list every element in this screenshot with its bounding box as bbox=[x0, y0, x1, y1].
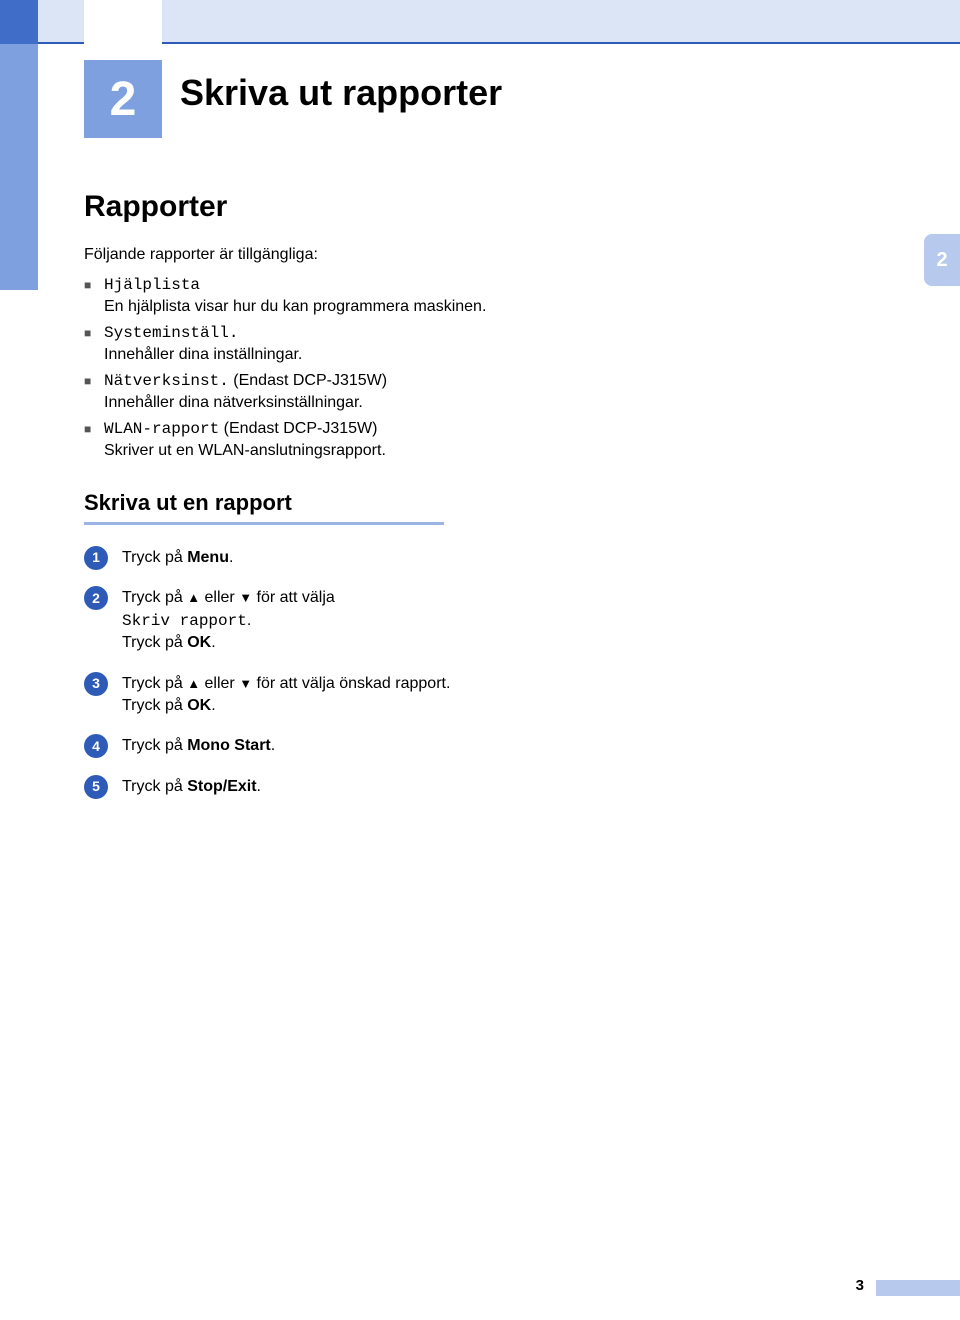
footer-accent-bar bbox=[876, 1280, 960, 1296]
key-label: Stop/Exit bbox=[187, 778, 256, 795]
step-badge: 5 bbox=[84, 775, 108, 799]
report-term-suffix: (Endast DCP-J315W) bbox=[229, 372, 387, 389]
subsection-heading: Skriva ut en rapport bbox=[84, 490, 444, 525]
content-column: Rapporter Följande rapporter är tillgäng… bbox=[84, 190, 494, 816]
step-list: 1 Tryck på Menu. 2 Tryck på ▲ eller ▼ fö… bbox=[84, 547, 494, 798]
left-rail-dark bbox=[0, 0, 38, 44]
step-badge: 3 bbox=[84, 672, 108, 696]
header-notch bbox=[84, 0, 162, 44]
step-item: 5 Tryck på Stop/Exit. bbox=[84, 776, 494, 798]
chapter-number-box: 2 bbox=[84, 60, 162, 138]
step-text: Tryck på bbox=[122, 778, 187, 795]
list-item: Systeminställ. Innehåller dina inställni… bbox=[84, 324, 494, 364]
step-text: Tryck på bbox=[122, 675, 187, 692]
report-desc: Innehåller dina nätverksinställningar. bbox=[104, 394, 494, 412]
list-item: Hjälplista En hjälplista visar hur du ka… bbox=[84, 276, 494, 316]
key-label: OK bbox=[187, 634, 211, 651]
key-label: OK bbox=[187, 697, 211, 714]
menu-option: Skriv rapport bbox=[122, 612, 247, 630]
section-intro: Följande rapporter är tillgängliga: bbox=[84, 246, 494, 264]
report-term: Hjälplista bbox=[104, 276, 200, 294]
key-label: Menu bbox=[187, 549, 229, 566]
step-badge: 4 bbox=[84, 734, 108, 758]
step-item: 3 Tryck på ▲ eller ▼ för att välja önska… bbox=[84, 673, 494, 718]
list-item: Nätverksinst. (Endast DCP-J315W) Innehål… bbox=[84, 372, 494, 412]
step-badge: 1 bbox=[84, 546, 108, 570]
report-desc: En hjälplista visar hur du kan programme… bbox=[104, 298, 494, 316]
report-term-suffix: (Endast DCP-J315W) bbox=[219, 420, 377, 437]
down-arrow-icon: ▼ bbox=[239, 590, 252, 605]
page-number: 3 bbox=[856, 1277, 864, 1294]
report-desc: Skriver ut en WLAN-anslutningsrapport. bbox=[104, 442, 494, 460]
report-list: Hjälplista En hjälplista visar hur du ka… bbox=[84, 276, 494, 460]
step-text: Tryck på bbox=[122, 589, 187, 606]
report-term: Nätverksinst. bbox=[104, 372, 229, 390]
down-arrow-icon: ▼ bbox=[239, 676, 252, 691]
report-term: WLAN-rapport bbox=[104, 420, 219, 438]
step-item: 4 Tryck på Mono Start. bbox=[84, 735, 494, 757]
step-badge: 2 bbox=[84, 586, 108, 610]
section-heading: Rapporter bbox=[84, 190, 494, 224]
step-item: 2 Tryck på ▲ eller ▼ för att välja Skriv… bbox=[84, 587, 494, 654]
key-label: Mono Start bbox=[187, 737, 271, 754]
list-item: WLAN-rapport (Endast DCP-J315W) Skriver … bbox=[84, 420, 494, 460]
up-arrow-icon: ▲ bbox=[187, 590, 200, 605]
up-arrow-icon: ▲ bbox=[187, 676, 200, 691]
report-term: Systeminställ. bbox=[104, 324, 238, 342]
side-tab-chapter: 2 bbox=[924, 234, 960, 286]
step-text: Tryck på bbox=[122, 737, 187, 754]
report-desc: Innehåller dina inställningar. bbox=[104, 346, 494, 364]
step-item: 1 Tryck på Menu. bbox=[84, 547, 494, 569]
step-text: Tryck på bbox=[122, 549, 187, 566]
chapter-title: Skriva ut rapporter bbox=[180, 72, 502, 114]
